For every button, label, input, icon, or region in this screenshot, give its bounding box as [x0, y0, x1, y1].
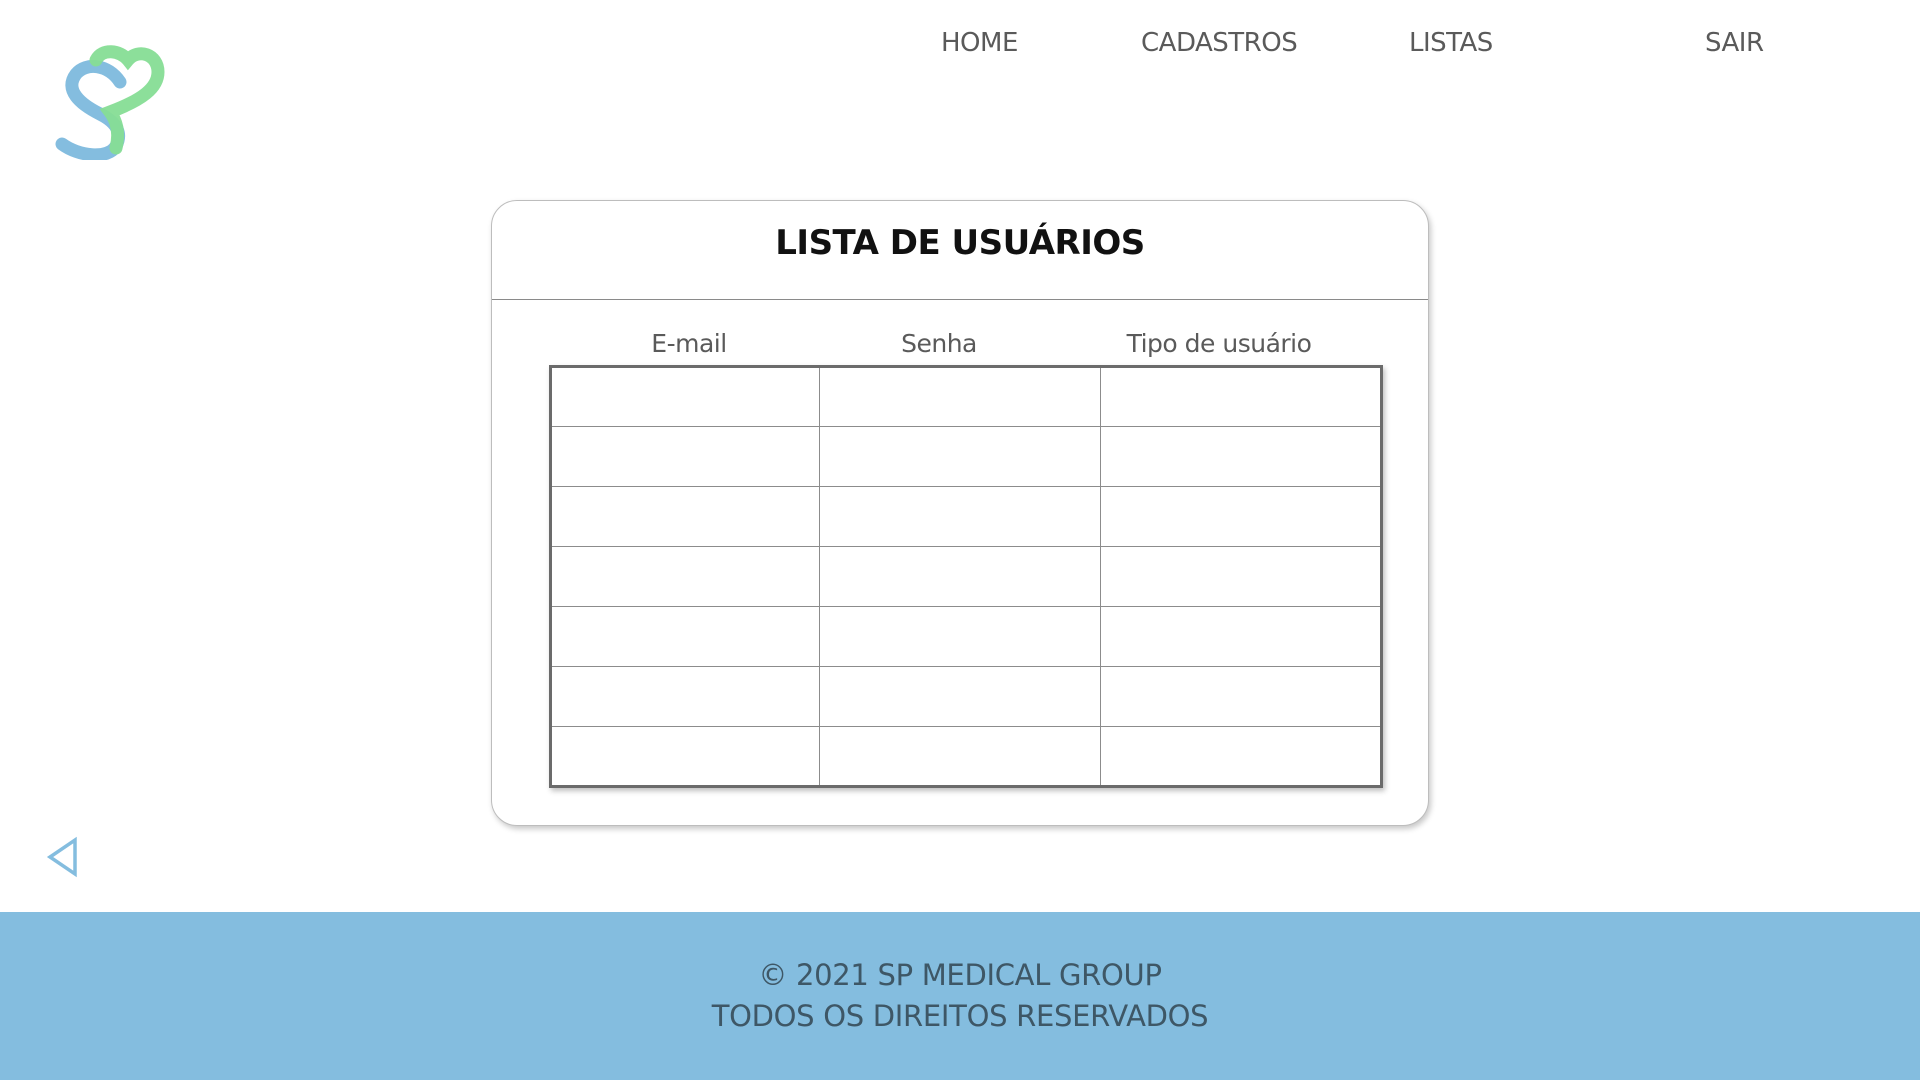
table-row [550, 366, 1383, 427]
back-arrow-icon[interactable] [46, 836, 80, 878]
page-title: LISTA DE USUÁRIOS [775, 223, 1145, 263]
table-cell [818, 426, 1101, 487]
column-header-senha: Senha [901, 329, 977, 358]
table-cell [550, 726, 820, 787]
nav-sair-link[interactable]: SAIR [1705, 28, 1764, 58]
table-cell [550, 546, 820, 607]
user-list-card: LISTA DE USUÁRIOS E-mail Senha Tipo de u… [491, 200, 1429, 826]
table-cell [550, 666, 820, 727]
table-cell [1099, 606, 1383, 667]
table-cell [818, 666, 1101, 727]
table-row [550, 426, 1383, 487]
page-footer: © 2021 SP MEDICAL GROUP TODOS OS DIREITO… [0, 912, 1920, 1080]
card-divider [492, 299, 1428, 300]
sp-medical-logo-icon[interactable] [50, 36, 170, 160]
footer-rights: TODOS OS DIREITOS RESERVADOS [711, 999, 1209, 1033]
table-cell [1099, 486, 1383, 547]
table-cell [550, 486, 820, 547]
table-cell [818, 366, 1101, 427]
nav-listas-link[interactable]: LISTAS [1409, 28, 1493, 58]
table-cell [818, 726, 1101, 787]
table-row [550, 726, 1383, 787]
table-row [550, 486, 1383, 547]
nav-cadastros-link[interactable]: CADASTROS [1141, 28, 1298, 58]
users-table [549, 365, 1383, 788]
footer-copyright: © 2021 SP MEDICAL GROUP [758, 958, 1162, 992]
table-cell [550, 426, 820, 487]
table-cell [1099, 546, 1383, 607]
table-cell [1099, 426, 1383, 487]
column-header-email: E-mail [651, 329, 727, 358]
table-cell [1099, 366, 1383, 427]
table-cell [1099, 666, 1383, 727]
nav-home-link[interactable]: HOME [941, 28, 1018, 58]
table-cell [550, 366, 820, 427]
column-header-tipo-usuario: Tipo de usuário [1126, 329, 1312, 358]
table-cell [818, 486, 1101, 547]
table-row [550, 606, 1383, 667]
table-cell [818, 606, 1101, 667]
table-cell [1099, 726, 1383, 787]
table-row [550, 666, 1383, 727]
table-cell [550, 606, 820, 667]
table-cell [818, 546, 1101, 607]
table-row [550, 546, 1383, 607]
